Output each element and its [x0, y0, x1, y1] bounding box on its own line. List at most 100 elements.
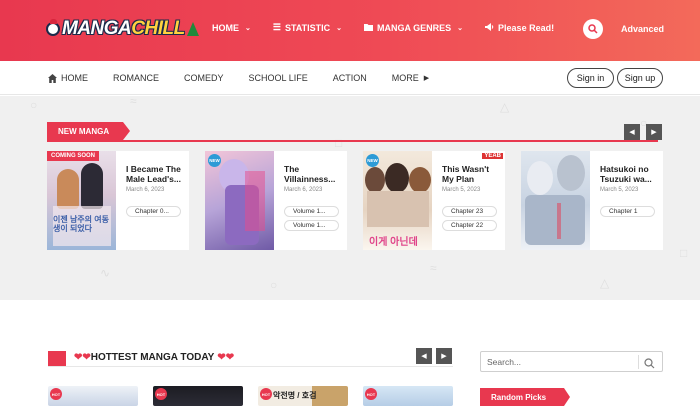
- nav-manga-genres-label: MANGA GENRES: [377, 22, 452, 33]
- main-navigation: HOME ⌄ ☰ STATISTIC ⌄ MANGA GENRES ⌄ Plea…: [212, 22, 576, 33]
- carousel-next-button[interactable]: ▶: [646, 124, 662, 140]
- manga-card[interactable]: 이젠 남주의 여동생이 되었다 COMING SOON I Became The…: [47, 151, 189, 250]
- decor-zigzag: ≈: [430, 261, 437, 275]
- random-picks-heading: Random Picks: [480, 388, 570, 406]
- site-logo[interactable]: MANGACHILL: [46, 16, 199, 42]
- hottest-thumb[interactable]: HOT 악전명 / 호검: [258, 386, 348, 406]
- sign-in-button[interactable]: Sign in: [567, 68, 614, 88]
- hot-badge: HOT: [155, 388, 167, 400]
- subnav-action[interactable]: ACTION: [333, 73, 367, 83]
- nav-statistic-label: STATISTIC: [284, 22, 331, 33]
- bars-icon: ☰: [272, 22, 281, 32]
- manga-title[interactable]: I Became The Male Lead's...: [126, 164, 186, 184]
- divider: [638, 355, 639, 369]
- search-input[interactable]: [487, 355, 637, 369]
- release-date: March 6, 2023: [284, 187, 323, 193]
- chevron-down-icon: ⌄: [457, 24, 464, 32]
- subnav-home-label: HOME: [61, 73, 88, 83]
- chevron-down-icon: ⌄: [336, 24, 342, 32]
- manga-cover[interactable]: [521, 151, 590, 250]
- search-submit-button[interactable]: [644, 356, 655, 374]
- decor-circle: ○: [270, 278, 278, 292]
- nav-statistic[interactable]: ☰ STATISTIC ⌄: [273, 22, 342, 33]
- publisher-tag: YEAB: [482, 153, 503, 159]
- chapter-link[interactable]: Chapter 0...: [126, 206, 181, 217]
- sign-up-button[interactable]: Sign up: [617, 68, 663, 88]
- nav-manga-genres[interactable]: MANGA GENRES ⌄: [364, 23, 463, 33]
- heart-icon: ❤: [82, 352, 91, 363]
- home-icon: [48, 73, 57, 83]
- heart-icon: ❤: [74, 352, 83, 363]
- folder-icon: [364, 23, 373, 33]
- release-date: March 5, 2023: [600, 187, 639, 193]
- search-icon: [644, 358, 655, 369]
- hottest-next-button[interactable]: ▶: [436, 348, 452, 364]
- new-badge: NEW: [366, 154, 379, 167]
- manga-cover[interactable]: 이젠 남주의 여동생이 되었다: [47, 151, 116, 250]
- header-search-button[interactable]: [583, 19, 603, 39]
- cover-title-text: 이젠 남주의 여동생이 되었다: [53, 215, 109, 233]
- chevron-right-icon: ▶: [441, 353, 447, 360]
- chevron-right-icon: ▶: [651, 129, 657, 136]
- heart-icon: ❤: [225, 352, 235, 363]
- section-divider: [48, 366, 453, 367]
- status-badge: COMING SOON: [47, 151, 100, 161]
- subnav-comedy[interactable]: COMEDY: [184, 73, 224, 83]
- decor-square: □: [335, 136, 343, 150]
- chapter-link[interactable]: Chapter 22: [442, 220, 497, 231]
- advanced-search-link[interactable]: Advanced: [621, 24, 664, 34]
- decor-triangle: △: [600, 276, 610, 290]
- manga-card[interactable]: NEW The Villainness... March 6, 2023 Volu…: [205, 151, 347, 250]
- new-manga-heading: NEW MANGA: [47, 122, 130, 140]
- carousel-prev-button[interactable]: ◀: [624, 124, 640, 140]
- heart-icon: ❤: [217, 352, 226, 363]
- megaphone-icon: [485, 22, 494, 33]
- nav-home[interactable]: HOME ⌄: [212, 23, 251, 33]
- hottest-thumb[interactable]: HOT: [48, 386, 138, 406]
- manga-title[interactable]: The Villainness...: [284, 164, 344, 184]
- snowman-icon: [46, 19, 60, 36]
- chapter-link[interactable]: Chapter 23: [442, 206, 497, 217]
- chevron-down-icon: ⌄: [245, 24, 251, 32]
- decor-zigzag: ≈: [130, 96, 137, 108]
- manga-card[interactable]: Hatsukoi no Tsuzuki wa... March 5, 2023 C…: [521, 151, 663, 250]
- new-badge: NEW: [208, 154, 221, 167]
- section-divider: [47, 140, 658, 142]
- manga-card[interactable]: 이게 아닌데 YEAB NEW This Wasn't My Plan March…: [363, 151, 505, 250]
- chevron-left-icon: ◀: [629, 129, 635, 136]
- chevron-left-icon: ◀: [421, 353, 427, 360]
- sidebar-search: [480, 351, 663, 372]
- subnav-romance[interactable]: ROMANCE: [113, 73, 159, 83]
- logo-text: MANGACHILL: [62, 18, 185, 39]
- decor-zigzag: ∿: [100, 266, 111, 280]
- nav-please-read[interactable]: Please Read!: [485, 22, 555, 33]
- subnav-more[interactable]: MORE ▶: [392, 73, 429, 83]
- subnav-more-label: MORE: [391, 73, 419, 83]
- hottest-thumb[interactable]: HOT: [363, 386, 453, 406]
- hottest-heading: ❤ ❤ HOTTEST MANGA TODAY ❤ ❤: [74, 352, 234, 363]
- hottest-heading-text: HOTTEST MANGA TODAY: [90, 352, 215, 363]
- chapter-link[interactable]: Volume 1...: [284, 206, 339, 217]
- top-header: MANGACHILL HOME ⌄ ☰ STATISTIC ⌄ MANGA GE…: [0, 0, 700, 61]
- decor-circle: ○: [30, 98, 38, 112]
- thumb-title-text: 악전명 / 호검: [273, 391, 317, 400]
- nav-please-read-label: Please Read!: [498, 22, 555, 33]
- subnav-school-life[interactable]: SCHOOL LIFE: [249, 73, 308, 83]
- decor-square: □: [680, 246, 688, 260]
- chapter-link[interactable]: Chapter 1: [600, 206, 655, 217]
- release-date: March 6, 2023: [126, 187, 165, 193]
- cover-title-text: 이게 아닌데: [369, 237, 418, 248]
- caret-right-icon: ▶: [423, 75, 430, 82]
- subnav-home[interactable]: HOME: [48, 73, 88, 83]
- hottest-prev-button[interactable]: ◀: [416, 348, 432, 364]
- hot-badge: HOT: [365, 388, 377, 400]
- decor-triangle: △: [500, 100, 510, 114]
- hottest-thumb[interactable]: HOT: [153, 386, 243, 406]
- manga-title[interactable]: This Wasn't My Plan: [442, 164, 502, 184]
- nav-home-label: HOME: [212, 22, 239, 33]
- chapter-link[interactable]: Volume 1...: [284, 220, 339, 231]
- release-date: March 5, 2023: [442, 187, 481, 193]
- manga-title[interactable]: Hatsukoi no Tsuzuki wa...: [600, 164, 660, 184]
- hot-badge: HOT: [260, 388, 272, 400]
- hottest-flag-icon: [48, 351, 66, 366]
